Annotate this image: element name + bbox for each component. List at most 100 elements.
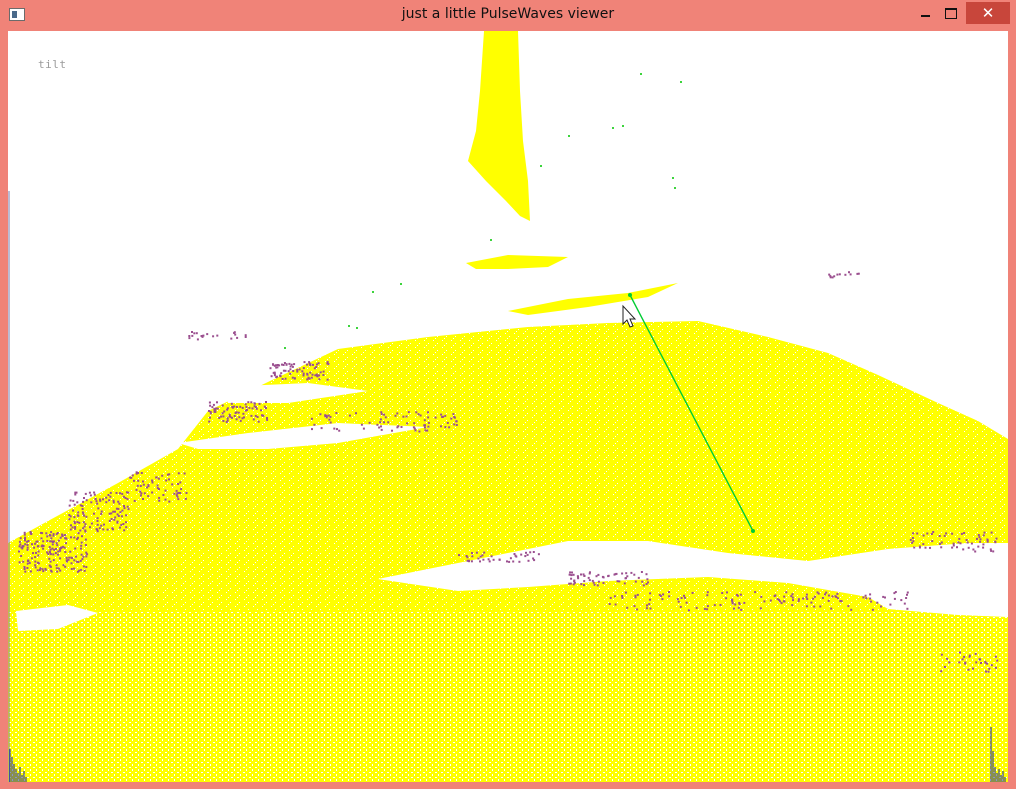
noise-point [376,423,379,426]
noise-point [89,526,91,529]
noise-point [143,492,146,495]
noise-point [532,551,535,553]
noise-point [188,335,191,337]
noise-point [115,492,118,494]
noise-point [77,514,80,517]
noise-point [48,546,51,549]
noise-point [212,403,215,406]
noise-point [65,556,68,559]
noise-point [508,560,511,563]
noise-point [984,660,987,663]
minimize-button[interactable] [912,2,938,24]
noise-point [313,367,316,370]
noise-point [276,366,279,369]
noise-point [37,545,40,548]
noise-point [587,576,590,579]
measurement-start [628,293,632,297]
noise-point [76,521,79,524]
noise-point [616,580,619,583]
noise-point [50,531,53,534]
noise-point [24,543,27,546]
noise-point [234,412,237,414]
noise-point [911,537,914,539]
noise-point [870,600,873,603]
noise-point [311,373,314,376]
noise-point [626,606,629,609]
noise-point [614,573,617,576]
noise-point [26,546,29,549]
noise-point [123,507,126,510]
noise-point [142,480,144,483]
noise-point [825,591,828,594]
noise-point [736,594,739,597]
point-cloud-viewport[interactable]: tilt [8,31,1008,782]
noise-point [713,604,716,607]
close-button[interactable]: ✕ [966,2,1010,24]
noise-point [135,488,138,491]
maximize-button[interactable] [938,2,964,24]
noise-point [298,368,301,371]
noise-point [222,420,225,422]
noise-point [164,498,167,501]
noise-point [948,661,951,664]
point-cloud-canvas[interactable] [8,31,1008,782]
noise-point [46,539,49,542]
noise-point [50,570,53,573]
noise-point [55,567,58,570]
noise-point [626,575,629,578]
noise-point [423,419,426,422]
noise-point [110,512,113,515]
noise-point [70,524,72,527]
noise-point [74,493,77,496]
noise-point [797,600,800,603]
noise-point [905,597,908,599]
noise-point [95,500,98,503]
sparse-point [356,327,358,329]
noise-point [996,659,999,662]
noise-point [527,559,530,562]
noise-point [805,593,808,596]
title-bar[interactable]: just a little PulseWaves viewer ✕ [0,0,1016,30]
noise-point [41,544,44,547]
noise-point [31,543,33,546]
noise-point [52,534,55,537]
noise-point [668,595,671,598]
noise-point [233,332,236,334]
noise-point [125,521,127,524]
noise-point [57,567,60,570]
noise-point [930,533,933,535]
noise-point [444,414,447,417]
noise-point [157,477,160,480]
noise-point [309,363,312,366]
noise-point [424,429,427,432]
noise-point [524,555,527,558]
noise-point [828,273,831,276]
noise-point [962,548,965,551]
noise-point [45,532,48,535]
noise-point [57,550,60,553]
noise-point [379,421,382,424]
noise-point [731,598,734,601]
noise-point [26,562,29,565]
noise-point [468,560,470,563]
noise-point [739,593,742,596]
noise-point [327,414,330,417]
noise-point [378,426,381,429]
noise-point [85,566,88,568]
noise-point [129,476,132,479]
noise-point [482,558,485,561]
noise-point [188,337,191,340]
noise-point [105,496,108,499]
noise-point [779,600,782,603]
noise-point [146,486,149,489]
noise-point [684,596,686,599]
noise-point [481,554,484,557]
noise-point [73,536,76,539]
noise-point [440,425,442,428]
noise-point [572,573,575,576]
noise-point [226,407,229,410]
noise-point [488,560,491,563]
sparse-point [348,325,350,327]
noise-point [498,558,501,561]
noise-point [285,363,288,366]
